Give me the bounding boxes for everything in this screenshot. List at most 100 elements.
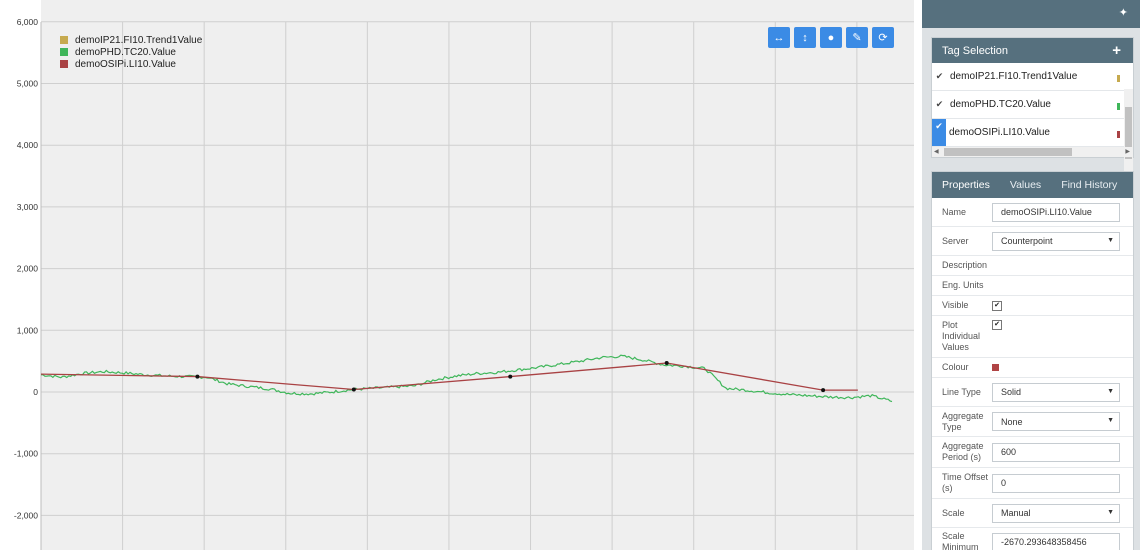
property-row-scale: Scale Manual ▼ <box>932 499 1133 528</box>
property-row-server: Server Counterpoint ▼ <box>932 227 1133 256</box>
property-row-plot-individual: Plot Individual Values ✔ <box>932 316 1133 358</box>
panel-header-bar: ✦ <box>922 0 1140 28</box>
tag-color-marker <box>1117 75 1120 82</box>
tag-name: demoOSIPi.LI10.Value <box>949 127 1050 138</box>
property-row-colour: Colour <box>932 358 1133 378</box>
property-label: Aggregate Period (s) <box>942 441 984 462</box>
property-row-aggregate-period: Aggregate Period (s) 600 <box>932 437 1133 468</box>
edit-button[interactable]: ✎ <box>846 27 868 48</box>
property-row-time-offset: Time Offset (s) 0 <box>932 468 1133 499</box>
aggregate-type-select-value: None <box>1001 416 1023 427</box>
property-label: Aggregate Type <box>942 410 984 432</box>
trend-chart-svg[interactable]: 6,000 5,000 4,000 3,000 2,000 1,000 0 -1,000 -2,… <box>0 0 922 550</box>
scale-select-value: Manual <box>1001 508 1031 518</box>
property-label: Server <box>942 235 969 246</box>
visible-checkbox[interactable]: ✔ <box>992 300 1002 311</box>
tag-row-selected[interactable]: ✔ demoOSIPi.LI10.Value <box>932 119 1133 147</box>
pencil-icon: ✎ <box>852 32 862 44</box>
aggregate-type-select[interactable]: None ▼ <box>992 412 1120 431</box>
pan-vertical-icon: ↕ <box>802 31 808 44</box>
plot-individual-checkbox[interactable]: ✔ <box>992 320 1002 330</box>
legend-swatch <box>60 60 68 68</box>
comment-button[interactable]: ● <box>820 27 842 48</box>
properties-tabs: Properties Values Find History <box>932 172 1133 198</box>
y-tick-label: 6,000 <box>17 17 39 27</box>
legend-label: demoPHD.TC20.Value <box>75 46 176 58</box>
legend-item: demoPHD.TC20.Value <box>60 46 202 58</box>
time-offset-input[interactable]: 0 <box>992 473 1120 493</box>
property-row-eng-units: Eng. Units <box>932 276 1133 296</box>
check-icon[interactable]: ✔ <box>932 71 947 82</box>
tag-row[interactable]: ✔ demoIP21.FI10.Trend1Value <box>932 63 1133 91</box>
property-label: Scale <box>942 507 965 518</box>
tab-values[interactable]: Values <box>1000 179 1051 191</box>
legend-swatch <box>60 48 68 56</box>
server-select-value: Counterpoint <box>1001 236 1053 246</box>
tag-selection-panel: Tag Selection + ✔ demoIP21.FI10.Trend1Va… <box>931 37 1134 171</box>
chevron-down-icon: ▼ <box>1107 236 1114 244</box>
colour-swatch[interactable] <box>992 364 999 371</box>
data-point-marker <box>351 387 356 392</box>
scale-select[interactable]: Manual ▼ <box>992 503 1120 523</box>
property-row-line-type: Line Type Solid ▼ <box>932 378 1133 407</box>
pan-horizontal-button[interactable]: ↔ <box>768 27 790 48</box>
tag-color-marker <box>1117 103 1120 110</box>
y-tick-label: 5,000 <box>17 79 39 89</box>
aggregate-period-input[interactable]: 600 <box>992 442 1120 462</box>
tag-name: demoPHD.TC20.Value <box>950 99 1051 110</box>
y-tick-label: -1,000 <box>14 449 38 459</box>
server-select[interactable]: Counterpoint ▼ <box>992 231 1120 251</box>
pan-horizontal-icon: ↔ <box>773 31 785 44</box>
property-label: Description <box>942 260 988 270</box>
property-label: Eng. Units <box>942 280 984 290</box>
horizontal-scrollbar[interactable]: ◀ ▶ <box>932 147 1133 157</box>
vertical-scrollbar[interactable] <box>1124 89 1133 171</box>
data-point-marker <box>195 374 200 379</box>
y-tick-label: 2,000 <box>17 264 39 274</box>
property-row-description: Description <box>932 256 1133 276</box>
check-icon[interactable]: ✔ <box>932 119 946 146</box>
trend-chart[interactable]: 6,000 5,000 4,000 3,000 2,000 1,000 0 -1,000 -2,… <box>0 0 922 550</box>
line-type-select[interactable]: Solid ▼ <box>992 382 1120 402</box>
y-tick-label: 4,000 <box>17 140 39 150</box>
chart-toolbar: ↔ ↕ ● ✎ ⟳ <box>768 27 894 48</box>
property-label: Colour <box>942 362 969 372</box>
chart-legend: demoIP21.FI10.Trend1Value demoPHD.TC20.V… <box>60 34 202 70</box>
side-panel: ✦ Tag Selection + ✔ demoIP21.FI10.Trend1… <box>922 0 1140 550</box>
refresh-button[interactable]: ⟳ <box>872 27 894 48</box>
property-row-aggregate-type: Aggregate Type None ▼ <box>932 407 1133 437</box>
scale-minimum-input[interactable]: -2670.293648358456 <box>992 532 1120 550</box>
property-row-scale-minimum: Scale Minimum -2670.293648358456 <box>932 528 1133 550</box>
property-label: Name <box>942 206 967 217</box>
tag-selection-header: Tag Selection + <box>932 38 1133 63</box>
refresh-icon: ⟳ <box>878 32 888 44</box>
tag-list: ✔ demoIP21.FI10.Trend1Value ✔ demoPHD.TC… <box>932 63 1133 171</box>
pan-vertical-button[interactable]: ↕ <box>794 27 816 48</box>
properties-panel: Properties Values Find History Name demo… <box>931 171 1134 550</box>
legend-swatch <box>60 36 68 44</box>
tag-row[interactable]: ✔ demoPHD.TC20.Value <box>932 91 1133 119</box>
y-tick-label: 3,000 <box>17 202 39 212</box>
chevron-down-icon: ▼ <box>1107 508 1114 516</box>
scroll-right-icon[interactable]: ▶ <box>1125 148 1130 155</box>
y-tick-label: 1,000 <box>17 325 39 335</box>
name-input[interactable]: demoOSIPi.LI10.Value <box>992 202 1120 222</box>
property-label: Line Type <box>942 386 981 397</box>
data-point-marker <box>508 374 513 379</box>
data-point-marker <box>821 388 826 393</box>
tab-properties[interactable]: Properties <box>932 179 1000 191</box>
tag-name: demoIP21.FI10.Trend1Value <box>950 71 1078 82</box>
property-label: Scale Minimum <box>942 531 979 550</box>
chevron-down-icon: ▼ <box>1107 417 1114 424</box>
plot-background <box>41 0 914 550</box>
add-tag-icon[interactable]: + <box>1112 42 1121 59</box>
scroll-left-icon[interactable]: ◀ <box>934 148 939 155</box>
tab-find-history[interactable]: Find History <box>1051 179 1127 191</box>
check-icon[interactable]: ✔ <box>932 99 947 110</box>
legend-item: demoIP21.FI10.Trend1Value <box>60 34 202 46</box>
legend-label: demoIP21.FI10.Trend1Value <box>75 34 203 46</box>
pin-icon[interactable]: ✦ <box>1119 6 1128 19</box>
comment-icon: ● <box>827 31 835 44</box>
scrollbar-thumb[interactable] <box>944 148 1072 156</box>
legend-item: demoOSIPi.LI10.Value <box>60 58 202 70</box>
